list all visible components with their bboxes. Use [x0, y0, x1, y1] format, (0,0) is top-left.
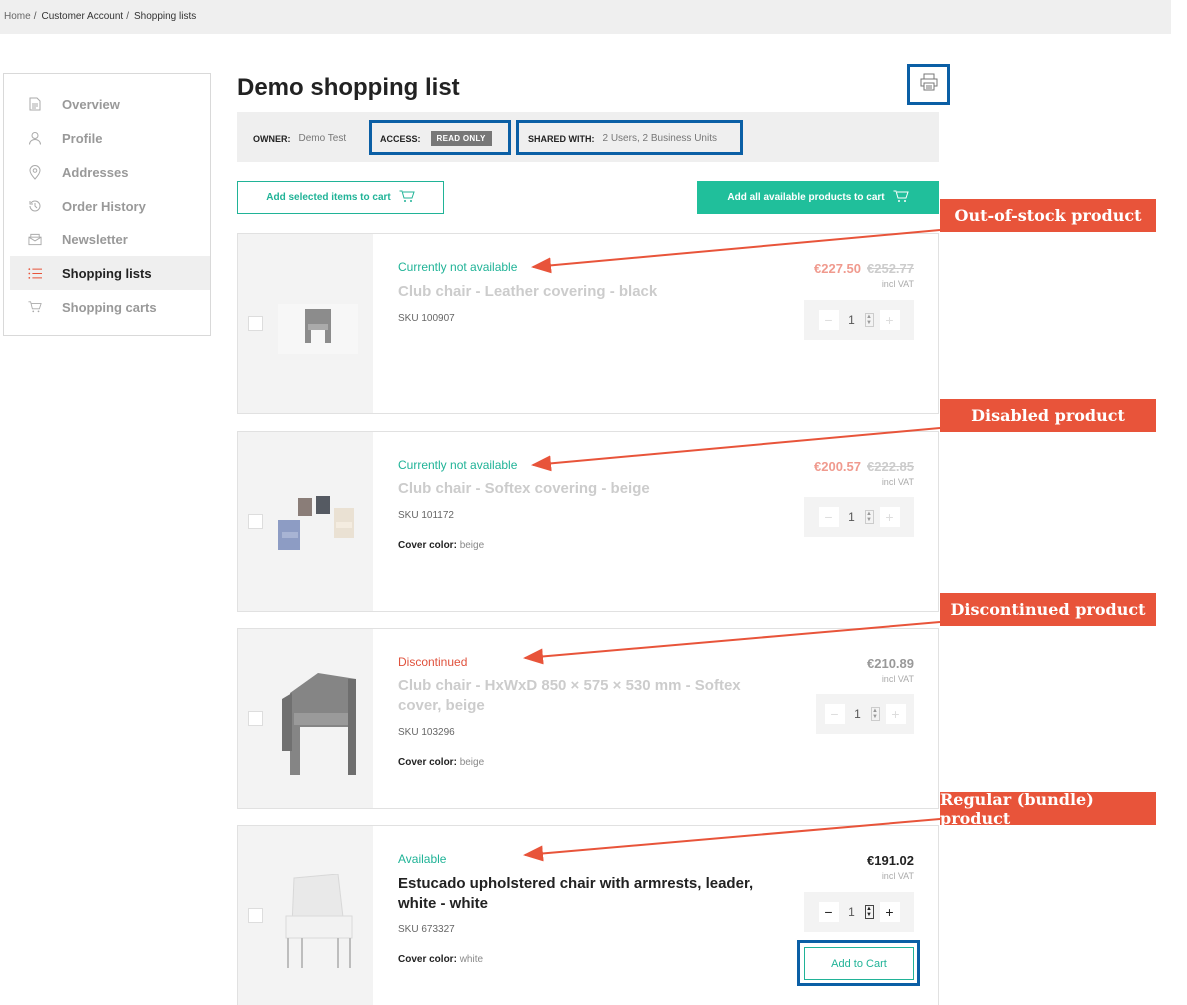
- arrow-out-of-stock: [531, 229, 941, 274]
- arrow-regular: [523, 818, 941, 862]
- annotation-arrows: [523, 229, 941, 862]
- arrow-disabled: [531, 427, 941, 472]
- arrow-discontinued: [523, 621, 941, 665]
